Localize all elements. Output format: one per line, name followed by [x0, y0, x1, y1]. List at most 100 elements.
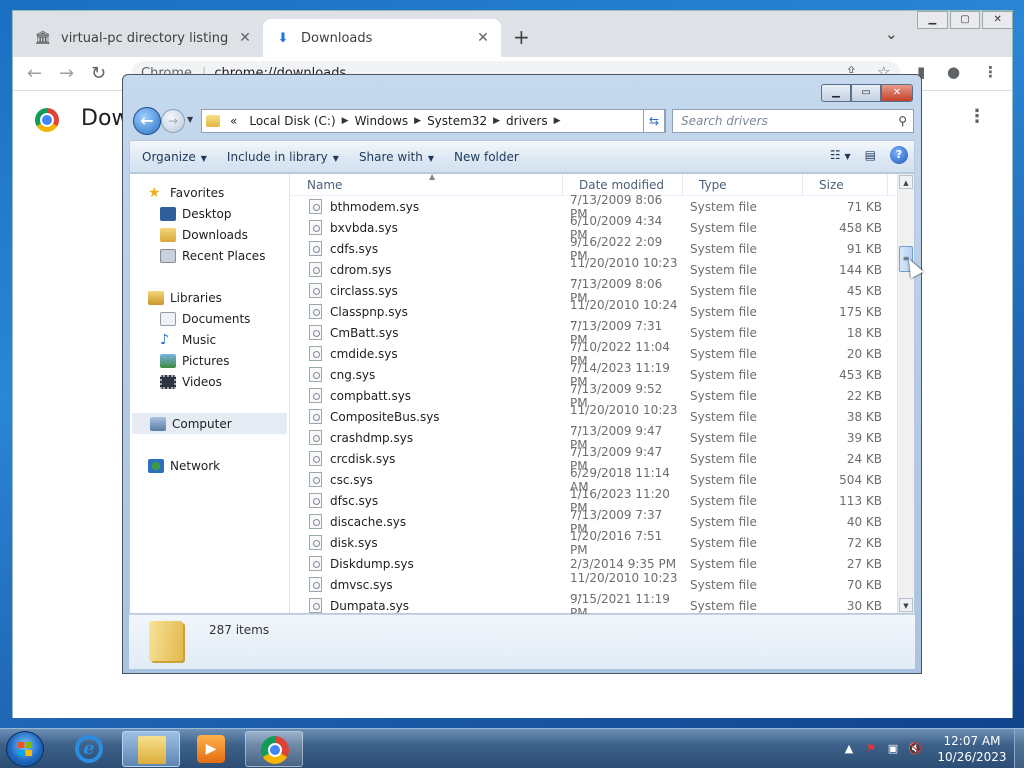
table-row[interactable]: Dumpata.sys 9/15/2021 11:19 PM System file… — [291, 592, 896, 620]
nav-label: Pictures — [182, 353, 230, 368]
start-button[interactable] — [6, 731, 44, 767]
recent-pages-chevron-icon[interactable]: ▼ — [187, 115, 193, 124]
forward-arrow-icon[interactable]: → — [59, 63, 74, 84]
scroll-down-arrow-icon[interactable]: ▼ — [899, 598, 913, 612]
videos-film-icon — [160, 374, 176, 389]
file-name: discache.sys — [330, 514, 407, 529]
file-size-cell: 24 KB — [846, 451, 882, 466]
nav-downloads[interactable]: Downloads — [130, 224, 289, 245]
maximize-icon[interactable]: ▢ — [949, 11, 981, 29]
breadcrumb-chevron-icon[interactable]: ▶ — [414, 116, 421, 126]
tab-title: Downloads — [301, 30, 373, 46]
chrome-menu-icon[interactable]: ⋮ — [983, 63, 998, 81]
file-type-cell: System file — [690, 514, 757, 529]
more-options-icon[interactable]: ⋮ — [968, 106, 986, 127]
vertical-scrollbar[interactable]: ▲ ≡ ▼ — [897, 174, 914, 613]
back-arrow-icon[interactable]: ← — [133, 107, 161, 135]
action-center-flag-icon[interactable]: ⚑ — [864, 742, 878, 756]
maximize-icon[interactable]: ▭ — [851, 84, 881, 102]
breadcrumb-item[interactable]: drivers — [506, 114, 548, 128]
file-size-cell: 38 KB — [846, 409, 882, 424]
nav-label: Videos — [182, 374, 222, 389]
file-list: ▲ Name Date modified Type Size bthmodem.… — [291, 172, 896, 620]
column-header-name[interactable]: Name — [291, 174, 563, 195]
taskbar-windows-explorer[interactable] — [122, 731, 180, 767]
tab-virtual-pc[interactable]: 🏛 virtual-pc directory listing ✕ — [23, 19, 263, 57]
taskbar-chrome[interactable] — [245, 731, 303, 767]
nav-computer[interactable]: Computer — [132, 413, 287, 434]
taskbar-media-player[interactable]: ▶ — [182, 731, 240, 767]
column-header-size[interactable]: Size — [803, 174, 888, 195]
breadcrumb-chevron-icon[interactable]: ▶ — [342, 116, 349, 126]
breadcrumb-chevron-icon[interactable]: ▶ — [554, 116, 561, 126]
breadcrumb-chevron-icon[interactable]: ▶ — [493, 116, 500, 126]
breadcrumb-item[interactable]: Local Disk (C:) — [249, 114, 335, 128]
file-name-cell: crashdmp.sys — [291, 430, 563, 445]
file-rows: bthmodem.sys 7/13/2009 8:06 PM System file… — [291, 193, 896, 620]
volume-muted-icon[interactable]: 🔇 — [908, 742, 922, 756]
reload-icon[interactable]: ↻ — [91, 63, 106, 84]
profile-avatar-icon[interactable]: ● — [947, 63, 960, 81]
file-size-cell: 27 KB — [846, 556, 882, 571]
show-hidden-icons-chevron-icon[interactable]: ▲ — [842, 742, 856, 756]
tab-title: virtual-pc directory listing — [61, 30, 229, 46]
nav-network[interactable]: Network — [130, 455, 289, 476]
taskbar: e ▶ ▲ ⚑ ▣ 🔇 12:07 AM 10/26/2023 — [0, 728, 1024, 768]
table-row[interactable]: disk.sys 1/20/2016 7:51 PM System file 72 K… — [291, 529, 896, 557]
tab-search-chevron-icon[interactable]: ⌄ — [885, 25, 898, 43]
back-arrow-icon[interactable]: ← — [27, 63, 42, 84]
close-tab-icon[interactable]: ✕ — [233, 30, 257, 46]
close-icon[interactable]: ✕ — [982, 11, 1014, 29]
column-header-type[interactable]: Type — [683, 174, 803, 195]
forward-arrow-icon[interactable]: → — [161, 109, 185, 133]
close-tab-icon[interactable]: ✕ — [471, 30, 495, 46]
taskbar-internet-explorer[interactable]: e — [60, 731, 118, 767]
nav-label: Libraries — [170, 290, 222, 305]
nav-favorites[interactable]: ★ Favorites — [130, 182, 289, 203]
new-tab-icon[interactable]: + — [513, 25, 530, 49]
scroll-up-arrow-icon[interactable]: ▲ — [899, 175, 913, 189]
close-icon[interactable]: ✕ — [881, 84, 913, 102]
tab-downloads[interactable]: ⬇ Downloads ✕ — [263, 19, 501, 57]
nav-pictures[interactable]: Pictures — [130, 350, 289, 371]
new-folder-button[interactable]: New folder — [444, 150, 529, 164]
organize-button[interactable]: Organize ▼ — [130, 150, 217, 164]
breadcrumb-overflow[interactable]: « — [230, 114, 237, 128]
nav-label: Desktop — [182, 206, 232, 221]
nav-recent-places[interactable]: Recent Places — [130, 245, 289, 266]
search-icon[interactable]: ⚲ — [898, 110, 907, 132]
file-name: compbatt.sys — [330, 388, 412, 403]
folder-icon — [206, 115, 220, 127]
nav-desktop[interactable]: Desktop — [130, 203, 289, 224]
file-type-cell: System file — [690, 430, 757, 445]
address-bar[interactable]: « Local Disk (C:) ▶ Windows ▶ System32 ▶ dr… — [201, 109, 666, 133]
nav-music[interactable]: ♪ Music — [130, 329, 289, 350]
view-options-icon[interactable]: ☷ ▼ — [830, 148, 851, 162]
show-desktop-button[interactable] — [1014, 729, 1024, 768]
network-status-icon[interactable]: ▣ — [886, 742, 900, 756]
system-file-icon — [309, 262, 322, 277]
file-type-cell: System file — [690, 325, 757, 340]
system-clock[interactable]: 12:07 AM 10/26/2023 — [930, 733, 1014, 765]
search-input[interactable]: Search drivers ⚲ — [672, 109, 914, 133]
breadcrumb-item[interactable]: System32 — [427, 114, 487, 128]
file-name-cell: dfsc.sys — [291, 493, 563, 508]
file-size-cell: 458 KB — [839, 220, 882, 235]
share-with-button[interactable]: Share with ▼ — [349, 150, 444, 164]
minimize-icon[interactable]: ▁ — [917, 11, 948, 29]
clock-date: 10/26/2023 — [937, 750, 1007, 764]
refresh-icon[interactable]: ⇆ — [643, 109, 665, 133]
system-file-icon — [309, 199, 322, 214]
nav-label: Downloads — [182, 227, 248, 242]
system-tray: ▲ ⚑ ▣ 🔇 — [842, 729, 922, 768]
preview-pane-icon[interactable]: ▤ — [865, 148, 876, 162]
include-in-library-button[interactable]: Include in library ▼ — [217, 150, 349, 164]
nav-label: Music — [182, 332, 217, 347]
minimize-icon[interactable]: ▁ — [821, 84, 851, 102]
nav-libraries[interactable]: Libraries — [130, 287, 289, 308]
file-type-cell: System file — [690, 472, 757, 487]
nav-videos[interactable]: Videos — [130, 371, 289, 392]
nav-documents[interactable]: Documents — [130, 308, 289, 329]
breadcrumb-item[interactable]: Windows — [355, 114, 409, 128]
help-icon[interactable]: ? — [890, 146, 908, 164]
